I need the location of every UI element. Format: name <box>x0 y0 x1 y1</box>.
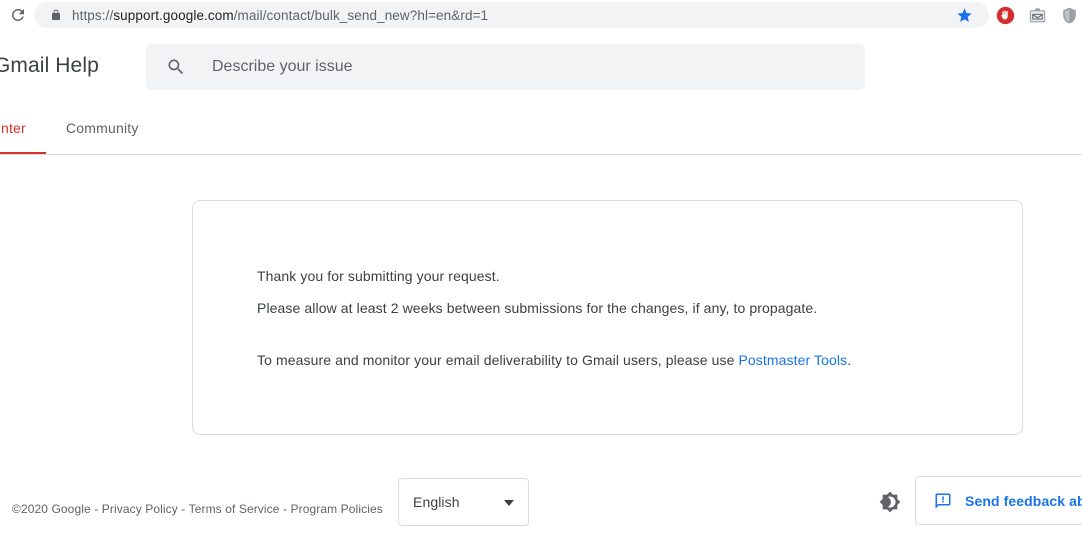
extension-icons <box>993 3 1081 27</box>
confirmation-message: Thank you for submitting your request. <box>257 268 500 284</box>
brightness-dark-mode-icon <box>879 491 901 513</box>
send-feedback-label: Send feedback abo <box>965 492 1082 509</box>
reload-icon <box>11 8 24 21</box>
privacy-shield-extension-button[interactable] <box>1057 3 1081 27</box>
tab-bar: enter Community <box>0 108 1082 156</box>
send-feedback-button[interactable]: Send feedback abo <box>915 476 1082 525</box>
confirmation-card-body: Thank you for submitting your request. P… <box>257 266 997 370</box>
search-input[interactable] <box>212 58 812 76</box>
copyright-text: ©2020 Google <box>12 502 91 516</box>
footer-separator-1: - <box>90 502 102 516</box>
program-policies-link[interactable]: Program Policies <box>291 502 383 516</box>
tab-divider <box>0 154 1082 155</box>
language-selector[interactable]: English <box>398 478 529 526</box>
adblock-extension-button[interactable] <box>993 3 1017 27</box>
footer-separator-2: - <box>177 502 189 516</box>
dark-mode-toggle[interactable] <box>876 488 904 516</box>
chevron-down-icon <box>504 500 514 506</box>
product-title: Gmail Help <box>0 54 99 77</box>
mail-clipboard-icon <box>1029 7 1045 22</box>
bookmark-button[interactable] <box>952 4 976 26</box>
search-icon <box>166 57 186 77</box>
language-selected-value: English <box>413 494 460 510</box>
postmaster-suffix-text: . <box>847 352 852 368</box>
reload-button[interactable] <box>4 1 32 29</box>
footer-links: ©2020 Google - Privacy Policy - Terms of… <box>12 502 383 516</box>
tab-help-center[interactable]: enter <box>0 120 26 136</box>
postmaster-tools-link[interactable]: Postmaster Tools <box>738 352 847 368</box>
url-scheme: https:// <box>72 7 114 23</box>
lock-icon <box>50 8 62 22</box>
bookmark-star-icon <box>956 7 972 22</box>
mail-extension-button[interactable] <box>1025 3 1049 27</box>
footer-separator-3: - <box>279 502 291 516</box>
url-text: https://support.google.com/mail/contact/… <box>72 8 488 23</box>
privacy-policy-link[interactable]: Privacy Policy <box>102 502 178 516</box>
help-header: Gmail Help <box>0 30 1082 108</box>
shield-privacy-icon <box>1062 7 1076 23</box>
address-bar[interactable]: https://support.google.com/mail/contact/… <box>34 2 989 28</box>
postmaster-tools-paragraph: To measure and monitor your email delive… <box>257 350 997 370</box>
adblock-stop-hand-icon <box>996 6 1014 24</box>
url-path: /mail/contact/bulk_send_new?hl=en&rd=1 <box>233 7 489 23</box>
confirmation-card: Thank you for submitting your request. P… <box>192 200 1023 435</box>
search-box[interactable] <box>146 44 865 90</box>
feedback-chat-icon <box>934 492 952 510</box>
browser-toolbar: https://support.google.com/mail/contact/… <box>0 0 1082 30</box>
postmaster-prefix-text: To measure and monitor your email delive… <box>257 352 739 368</box>
main-content: Thank you for submitting your request. P… <box>0 156 1082 476</box>
url-host: support.google.com <box>113 7 234 23</box>
page-footer: ©2020 Google - Privacy Policy - Terms of… <box>0 476 1082 555</box>
propagation-notice: Please allow at least 2 weeks between su… <box>257 300 818 316</box>
tab-community[interactable]: Community <box>66 120 139 136</box>
terms-of-service-link[interactable]: Terms of Service <box>189 502 280 516</box>
